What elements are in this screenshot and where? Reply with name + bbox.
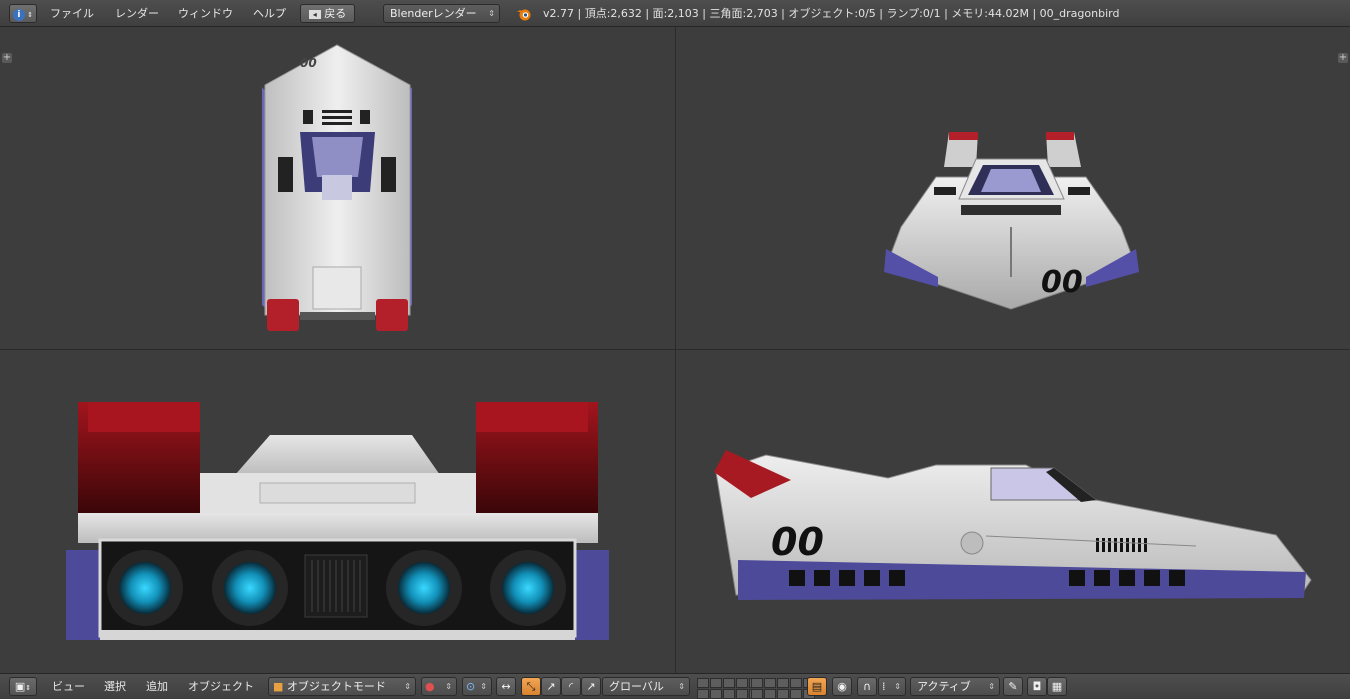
viewport-perspective[interactable]: + 00 — [676, 27, 1350, 349]
snap-element-dropdown[interactable]: ⁞ ⇕ — [878, 677, 906, 696]
hull-number: 00 — [300, 56, 317, 70]
layer-buttons-b[interactable] — [751, 678, 815, 699]
editor-type-3d-button[interactable]: ▣⇕ — [9, 677, 37, 696]
pivot-icon: ⊙ — [466, 680, 476, 693]
hull-number-side: 00 — [771, 520, 824, 564]
manipulator-toggle[interactable]: ↔ — [496, 677, 516, 696]
viewport-area: + 00 + 00 00 — [0, 27, 1350, 673]
arrow-icon: ↗ — [586, 680, 596, 693]
view3d-header: ▣⇕ ビュー 選択 追加 オブジェクト ■ オブジェクトモード ⇕ ● ⇕ ⊙ … — [0, 673, 1350, 699]
object-mode-icon: ■ — [273, 680, 284, 693]
transform-extra-button[interactable]: ↗ — [581, 677, 601, 696]
render-animation-button[interactable]: ▦ — [1047, 677, 1067, 696]
chevron-updown-icon: ⇕ — [894, 682, 901, 691]
chevron-updown-icon: ⇕ — [445, 682, 452, 691]
shading-dropdown[interactable]: ● ⇕ — [421, 677, 457, 696]
clapper-icon: ▦ — [1051, 680, 1063, 693]
info-header: i ⇕ ファイル レンダー ウィンドウ ヘルプ ◂ 戻る Blenderレンダー… — [0, 0, 1350, 27]
scale-icon: ◜ — [568, 680, 574, 693]
translate-icon: ⤡ — [526, 680, 536, 693]
snap-target-label: アクティブ — [917, 680, 971, 693]
model-perspective-view: 00 — [884, 132, 1139, 310]
rotate-manipulator-button[interactable]: ↗ — [541, 677, 561, 696]
brush-icon: ✎ — [1008, 680, 1018, 693]
menu-render[interactable]: レンダー — [115, 4, 159, 23]
back-button[interactable]: ◂ 戻る — [300, 4, 355, 23]
translate-manipulator-button[interactable]: ⤡ — [521, 677, 541, 696]
snap-target-dropdown[interactable]: アクティブ ⇕ — [910, 677, 1000, 696]
chevron-updown-icon: ⇕ — [404, 682, 411, 691]
viewport-top[interactable]: + 00 — [0, 27, 675, 349]
viewport-expand-icon-right[interactable]: + — [1338, 53, 1348, 63]
render-image-button[interactable]: ◘ — [1027, 677, 1047, 696]
magnet-icon: ∩ — [862, 680, 872, 693]
back-label: 戻る — [324, 7, 347, 20]
rotate-icon: ↗ — [546, 680, 556, 693]
editor-type-button[interactable]: i ⇕ — [9, 4, 37, 23]
record-icon: ◉ — [837, 680, 847, 693]
menu-help[interactable]: ヘルプ — [253, 4, 286, 23]
menu-select[interactable]: 選択 — [104, 677, 126, 696]
model-rear-view — [66, 402, 609, 640]
render-engine-label: Blenderレンダー — [390, 7, 477, 20]
chevron-updown-icon: ⇕ — [488, 9, 495, 18]
cube-icon: ▣ — [14, 680, 26, 693]
menu-window[interactable]: ウィンドウ — [178, 4, 233, 23]
mode-dropdown[interactable]: ■ オブジェクトモード ⇕ — [268, 677, 416, 696]
shading-solid-icon: ● — [425, 680, 435, 693]
viewport-side[interactable]: 00 — [676, 350, 1350, 673]
orientation-dropdown[interactable]: グローバル ⇕ — [602, 677, 690, 696]
snap-toggle-button[interactable]: ∩ — [857, 677, 877, 696]
mode-label: オブジェクトモード — [286, 680, 386, 693]
viewport-expand-icon[interactable]: + — [2, 53, 12, 63]
lock-camera-button[interactable]: ▤ — [807, 677, 827, 696]
orientation-label: グローバル — [609, 680, 664, 693]
menu-file[interactable]: ファイル — [50, 4, 94, 23]
snap-grid-icon: ⁞ — [882, 680, 886, 693]
scene-stats: v2.77 | 頂点:2,632 | 面:2,103 | 三角面:2,703 |… — [543, 7, 1120, 20]
menu-view[interactable]: ビュー — [52, 677, 85, 696]
proportional-edit-button[interactable]: ✎ — [1003, 677, 1023, 696]
menu-add[interactable]: 追加 — [146, 677, 168, 696]
manipulator-icon: ↔ — [501, 680, 511, 693]
chevron-updown-icon: ⇕ — [678, 682, 685, 691]
info-icon: i — [12, 9, 25, 21]
camera-icon: ◘ — [1032, 680, 1042, 693]
chevron-updown-icon: ⇕ — [480, 682, 487, 691]
pivot-point-dropdown[interactable]: ⊙ ⇕ — [462, 677, 492, 696]
lock-icon: ▤ — [811, 680, 823, 693]
back-icon: ◂ — [308, 10, 321, 19]
model-side-view: 00 — [714, 450, 1312, 600]
blender-logo-icon — [516, 4, 534, 23]
render-preview-button[interactable]: ◉ — [832, 677, 852, 696]
scale-manipulator-button[interactable]: ◜ — [561, 677, 581, 696]
model-top-view: 00 — [262, 44, 412, 331]
menu-object[interactable]: オブジェクト — [188, 677, 254, 696]
render-engine-dropdown[interactable]: Blenderレンダー ⇕ — [383, 4, 500, 23]
hull-number-front: 00 — [1041, 265, 1083, 300]
chevron-updown-icon: ⇕ — [988, 682, 995, 691]
viewport-rear[interactable] — [0, 350, 675, 673]
